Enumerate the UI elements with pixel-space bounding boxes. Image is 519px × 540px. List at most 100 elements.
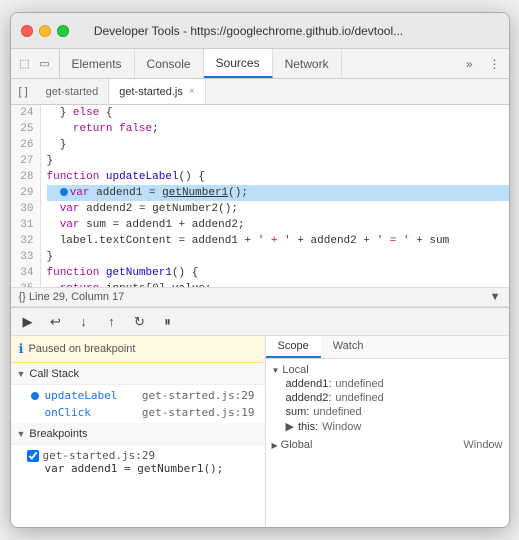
- filetab-label: get-started: [46, 86, 99, 98]
- editor-area: 24 25 26 27 28 29 30 31 32 33 34 35 36 }…: [11, 105, 509, 307]
- status-scroll-icon[interactable]: ▼: [490, 291, 501, 303]
- step-out-button[interactable]: ↑: [101, 311, 123, 333]
- main-tabs: Elements Console Sources Network: [60, 49, 458, 78]
- scope-global-label: Global: [281, 439, 313, 451]
- line-num-33: 33: [17, 249, 34, 265]
- scope-this[interactable]: ▶ this: Window: [272, 419, 503, 434]
- info-icon: ℹ: [19, 341, 24, 357]
- line-num-30: 30: [17, 201, 34, 217]
- callstack-func-0: updateLabel: [45, 389, 118, 402]
- scope-local-triangle: ▼: [272, 366, 280, 375]
- filetab-get-started-js[interactable]: get-started.js ×: [109, 79, 205, 104]
- callstack-marker: [31, 392, 39, 400]
- line-num-28: 28: [17, 169, 34, 185]
- line-num-26: 26: [17, 137, 34, 153]
- scope-global: ▶ Global Window: [272, 438, 503, 452]
- call-stack-item-1[interactable]: onClick get-started.js:19: [11, 404, 265, 421]
- breakpoints-triangle: ▼: [17, 429, 26, 439]
- scope-tabs: Scope Watch: [266, 336, 509, 359]
- breakpoints-header[interactable]: ▼ Breakpoints: [11, 423, 265, 445]
- filetab-close-icon[interactable]: ×: [189, 86, 195, 97]
- left-panel: ℹ Paused on breakpoint ▼ Call Stack upda…: [11, 336, 266, 527]
- bottom-split: ℹ Paused on breakpoint ▼ Call Stack upda…: [11, 336, 509, 527]
- breakpoint-item-0[interactable]: get-started.js:29 var addend1 = getNumbe…: [11, 447, 265, 477]
- callstack-file-0: get-started.js:29: [142, 389, 255, 402]
- paused-message: Paused on breakpoint: [28, 343, 135, 355]
- code-line-30: var addend2 = getNumber2();: [47, 201, 509, 217]
- scope-tree: ▼ Local addend1: undefined addend2: unde…: [266, 359, 509, 460]
- scope-val-this: Window: [322, 421, 361, 433]
- scope-key-sum: sum:: [286, 406, 310, 418]
- line-num-25: 25: [17, 121, 34, 137]
- titlebar: Developer Tools - https://googlechrome.g…: [11, 13, 509, 49]
- scope-local-label: Local: [282, 364, 308, 376]
- code-panel[interactable]: 24 25 26 27 28 29 30 31 32 33 34 35 36 }…: [11, 105, 509, 287]
- call-stack-item-0[interactable]: updateLabel get-started.js:29: [11, 387, 265, 404]
- breakpoint-file: get-started.js:29: [43, 449, 156, 462]
- status-bar: {} Line 29, Column 17 ▼: [11, 287, 509, 307]
- scope-this-expand[interactable]: ▶: [286, 420, 294, 433]
- step-over-button[interactable]: ↩: [45, 311, 67, 333]
- scope-val-sum: undefined: [313, 406, 361, 418]
- code-line-29: var addend1 = getNumber1();: [47, 185, 509, 201]
- step-into-button[interactable]: ↓: [73, 311, 95, 333]
- tabbar-left-icons: ⬚ ▭: [11, 49, 60, 78]
- deactivate-button[interactable]: ↻: [129, 311, 151, 333]
- tab-elements[interactable]: Elements: [60, 49, 135, 78]
- debug-toolbar: ▶ ↩ ↓ ↑ ↻ ⏸: [11, 308, 509, 336]
- call-stack-triangle: ▼: [17, 369, 26, 379]
- scope-global-header[interactable]: ▶ Global Window: [272, 438, 503, 452]
- pause-button[interactable]: ⏸: [157, 311, 179, 333]
- scope-global-val: Window: [463, 439, 502, 451]
- filetab-js-label: get-started.js: [119, 86, 183, 98]
- tab-network[interactable]: Network: [273, 49, 342, 78]
- filetab-get-started[interactable]: get-started: [36, 79, 110, 104]
- scope-sum: sum: undefined: [272, 405, 503, 419]
- devtools-window: Developer Tools - https://googlechrome.g…: [10, 12, 510, 528]
- breakpoint-check-0: get-started.js:29: [27, 449, 255, 462]
- line-num-24: 24: [17, 105, 34, 121]
- tabbar: ⬚ ▭ Elements Console Sources Network » ⋮: [11, 49, 509, 79]
- line-num-34: 34: [17, 265, 34, 281]
- scope-key-addend2: addend2:: [286, 392, 332, 404]
- bottom-panel: ▶ ↩ ↓ ↑ ↻ ⏸ ℹ Paused on breakpoint ▼ Cal…: [11, 307, 509, 527]
- scope-global-triangle: ▶: [272, 441, 278, 450]
- scope-val-addend2: undefined: [335, 392, 383, 404]
- filetab-collapse-icon[interactable]: [ ]: [11, 79, 36, 104]
- call-stack-header[interactable]: ▼ Call Stack: [11, 363, 265, 385]
- callstack-func-1: onClick: [45, 406, 91, 419]
- code-line-34: function getNumber1() {: [47, 265, 509, 281]
- scope-local-header[interactable]: ▼ Local: [272, 363, 503, 377]
- code-line-24: } else {: [47, 105, 509, 121]
- scope-tab-watch[interactable]: Watch: [321, 336, 376, 358]
- code-line-28: function updateLabel() {: [47, 169, 509, 185]
- scope-addend2: addend2: undefined: [272, 391, 503, 405]
- scope-local: ▼ Local addend1: undefined addend2: unde…: [272, 363, 503, 434]
- scope-tab-scope[interactable]: Scope: [266, 336, 321, 358]
- code-line-32: label.textContent = addend1 + ' + ' + ad…: [47, 233, 509, 249]
- call-stack-label: Call Stack: [29, 368, 79, 380]
- scope-addend1: addend1: undefined: [272, 377, 503, 391]
- resume-button[interactable]: ▶: [17, 311, 39, 333]
- code-line-27: }: [47, 153, 509, 169]
- code-line-31: var sum = addend1 + addend2;: [47, 217, 509, 233]
- line-numbers: 24 25 26 27 28 29 30 31 32 33 34 35 36: [11, 105, 41, 287]
- paused-notice: ℹ Paused on breakpoint: [11, 336, 265, 363]
- breakpoints-content: get-started.js:29 var addend1 = getNumbe…: [11, 445, 265, 479]
- file-tabs: [ ] get-started get-started.js ×: [11, 79, 509, 105]
- menu-icon[interactable]: ⋮: [481, 49, 509, 78]
- scope-key-this: this:: [298, 421, 318, 433]
- right-panel: Scope Watch ▼ Local addend1: undefined: [266, 336, 509, 527]
- scope-val-addend1: undefined: [335, 378, 383, 390]
- breakpoints-label: Breakpoints: [29, 428, 87, 440]
- breakpoint-checkbox[interactable]: [27, 450, 39, 462]
- scope-key-addend1: addend1:: [286, 378, 332, 390]
- line-num-31: 31: [17, 217, 34, 233]
- code-content[interactable]: } else { return false; } } function upda…: [41, 105, 509, 287]
- tab-console[interactable]: Console: [135, 49, 204, 78]
- tab-sources[interactable]: Sources: [204, 49, 273, 78]
- more-tabs-icon[interactable]: »: [458, 49, 481, 78]
- mobile-icon[interactable]: ▭: [37, 56, 53, 72]
- inspector-icon[interactable]: ⬚: [17, 56, 33, 72]
- code-line-33: }: [47, 249, 509, 265]
